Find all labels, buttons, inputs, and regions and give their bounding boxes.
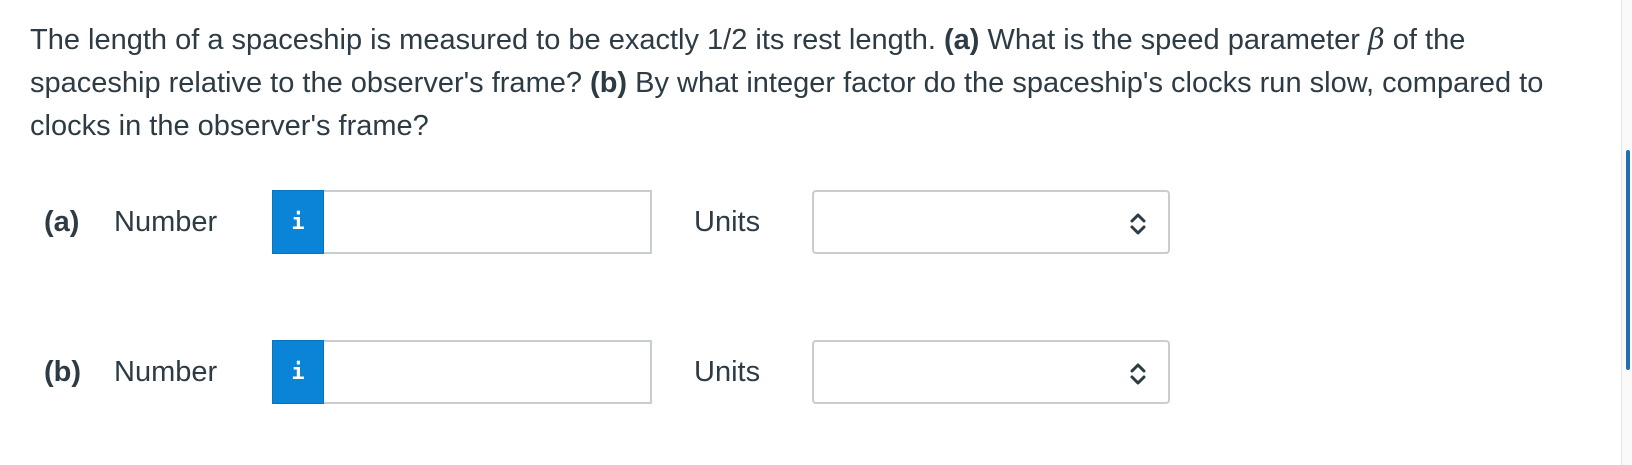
question-intro: The length of a spaceship is measured to… bbox=[30, 24, 945, 56]
info-button-a[interactable]: i bbox=[272, 190, 324, 254]
answer-row-b: (b) Number i Units bbox=[0, 340, 1632, 404]
info-icon: i bbox=[291, 359, 305, 385]
question-part-a-text-1: What is the speed parameter bbox=[979, 24, 1368, 56]
number-input-a[interactable] bbox=[324, 190, 652, 254]
beta-symbol: β bbox=[1367, 22, 1385, 56]
part-label-b: (b) bbox=[44, 356, 82, 388]
scrollbar-thumb[interactable] bbox=[1626, 150, 1630, 370]
units-label-b: Units bbox=[694, 356, 761, 388]
chevron-up-down-icon bbox=[1130, 363, 1146, 385]
answer-row-a: (a) Number i Units bbox=[0, 190, 1632, 254]
question-page: The length of a spaceship is measured to… bbox=[0, 0, 1632, 465]
units-select-a[interactable] bbox=[812, 190, 1170, 254]
info-button-b[interactable]: i bbox=[272, 340, 324, 404]
scrollbar-track[interactable] bbox=[1621, 0, 1632, 465]
question-text: The length of a spaceship is measured to… bbox=[30, 18, 1570, 148]
part-label-a: (a) bbox=[44, 206, 80, 238]
question-part-a-tag: (a) bbox=[944, 24, 980, 56]
chevron-up-down-icon bbox=[1130, 213, 1146, 235]
number-input-b[interactable] bbox=[324, 340, 652, 404]
units-select-b[interactable] bbox=[812, 340, 1170, 404]
question-part-b-tag: (b) bbox=[590, 67, 628, 99]
units-label-a: Units bbox=[694, 206, 761, 238]
number-label-a: Number bbox=[114, 206, 218, 238]
info-icon: i bbox=[291, 209, 305, 235]
number-label-b: Number bbox=[114, 356, 218, 388]
